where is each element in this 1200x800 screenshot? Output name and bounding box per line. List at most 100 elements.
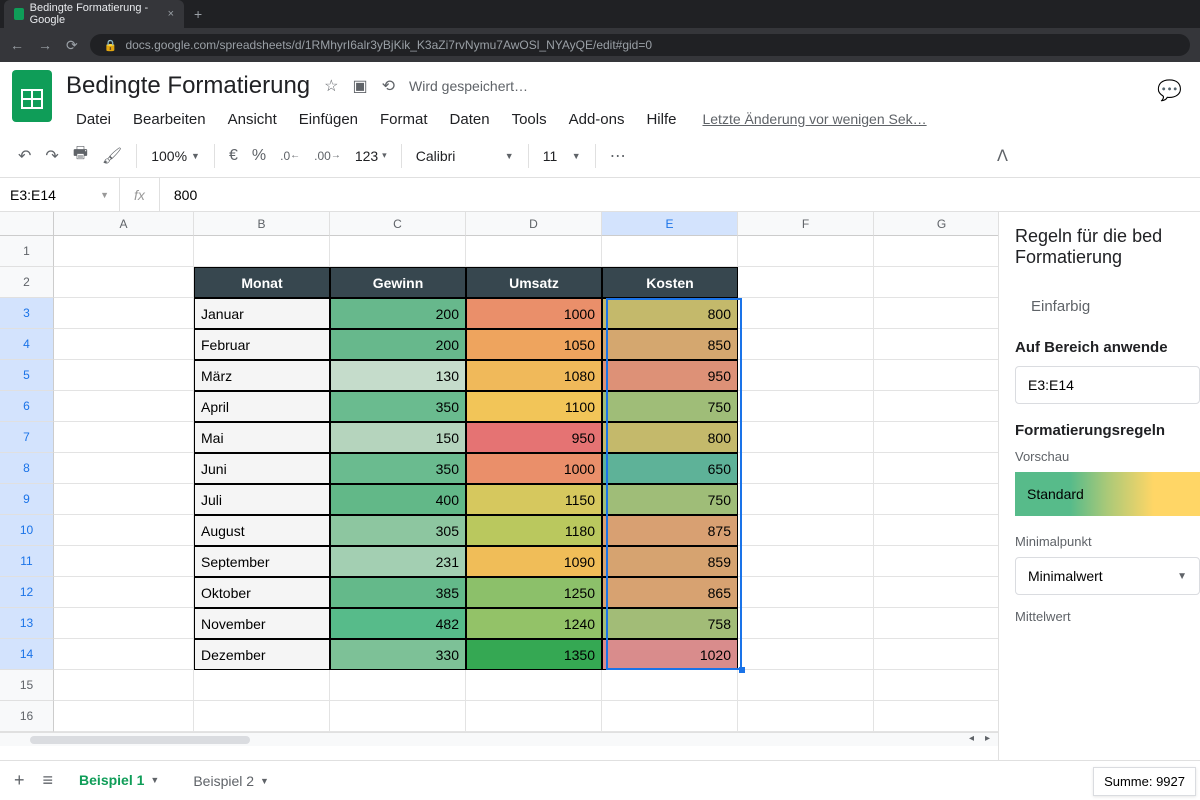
cell-B15[interactable] xyxy=(194,670,330,701)
cell-G11[interactable] xyxy=(874,546,998,577)
cell-C11[interactable]: 231 xyxy=(330,546,466,577)
cell-B6[interactable]: April xyxy=(194,391,330,422)
zoom-select[interactable]: 100%▼ xyxy=(145,144,206,168)
cell-B7[interactable]: Mai xyxy=(194,422,330,453)
forward-icon[interactable]: → xyxy=(38,37,52,54)
menu-daten[interactable]: Daten xyxy=(440,107,500,132)
cell-E9[interactable]: 750 xyxy=(602,484,738,515)
cell-E15[interactable] xyxy=(602,670,738,701)
cell-E5[interactable]: 950 xyxy=(602,360,738,391)
cell-A10[interactable] xyxy=(54,515,194,546)
cell-C7[interactable]: 150 xyxy=(330,422,466,453)
cell-F9[interactable] xyxy=(738,484,874,515)
row-head-6[interactable]: 6 xyxy=(0,391,54,422)
menu-datei[interactable]: Datei xyxy=(66,107,121,132)
cell-F4[interactable] xyxy=(738,329,874,360)
star-icon[interactable]: ☆ xyxy=(324,76,338,96)
cell-A16[interactable] xyxy=(54,701,194,732)
cell-E10[interactable]: 875 xyxy=(602,515,738,546)
cell-B16[interactable] xyxy=(194,701,330,732)
col-head-B[interactable]: B xyxy=(194,212,330,236)
cell-C14[interactable]: 330 xyxy=(330,639,466,670)
cell-B5[interactable]: März xyxy=(194,360,330,391)
cell-C5[interactable]: 130 xyxy=(330,360,466,391)
cell-B12[interactable]: Oktober xyxy=(194,577,330,608)
cell-E8[interactable]: 650 xyxy=(602,453,738,484)
cell-G5[interactable] xyxy=(874,360,998,391)
cell-A8[interactable] xyxy=(54,453,194,484)
row-head-5[interactable]: 5 xyxy=(0,360,54,391)
name-box[interactable]: E3:E14▼ xyxy=(0,178,120,211)
row-head-12[interactable]: 12 xyxy=(0,577,54,608)
cell-G9[interactable] xyxy=(874,484,998,515)
row-head-2[interactable]: 2 xyxy=(0,267,54,298)
cell-D11[interactable]: 1090 xyxy=(466,546,602,577)
single-color-tab[interactable]: Einfarbig xyxy=(1015,288,1200,325)
cell-F5[interactable] xyxy=(738,360,874,391)
formula-input[interactable]: 800 xyxy=(160,187,211,203)
sheet-tab-2[interactable]: Beispiel 2▼ xyxy=(179,765,283,797)
cell-B9[interactable]: Juli xyxy=(194,484,330,515)
row-head-3[interactable]: 3 xyxy=(0,298,54,329)
cell-C3[interactable]: 200 xyxy=(330,298,466,329)
cell-C1[interactable] xyxy=(330,236,466,267)
menu-ansicht[interactable]: Ansicht xyxy=(218,107,287,132)
cell-D1[interactable] xyxy=(466,236,602,267)
minpoint-select[interactable]: Minimalwert▼ xyxy=(1015,557,1200,595)
cell-G4[interactable] xyxy=(874,329,998,360)
cell-A1[interactable] xyxy=(54,236,194,267)
back-icon[interactable]: ← xyxy=(10,37,24,54)
cell-D16[interactable] xyxy=(466,701,602,732)
cell-D8[interactable]: 1000 xyxy=(466,453,602,484)
cell-B10[interactable]: August xyxy=(194,515,330,546)
cell-A15[interactable] xyxy=(54,670,194,701)
move-icon[interactable]: ▣ xyxy=(352,76,367,96)
range-input[interactable]: E3:E14 xyxy=(1015,366,1200,404)
cell-D13[interactable]: 1240 xyxy=(466,608,602,639)
cell-A5[interactable] xyxy=(54,360,194,391)
cell-B1[interactable] xyxy=(194,236,330,267)
cell-G12[interactable] xyxy=(874,577,998,608)
cell-D9[interactable]: 1150 xyxy=(466,484,602,515)
cell-G15[interactable] xyxy=(874,670,998,701)
cell-C13[interactable]: 482 xyxy=(330,608,466,639)
col-head-D[interactable]: D xyxy=(466,212,602,236)
cell-F14[interactable] xyxy=(738,639,874,670)
cell-A6[interactable] xyxy=(54,391,194,422)
dec-more-button[interactable]: .00→ xyxy=(308,145,347,167)
cell-A14[interactable] xyxy=(54,639,194,670)
cell-C15[interactable] xyxy=(330,670,466,701)
cell-G6[interactable] xyxy=(874,391,998,422)
add-sheet-button[interactable]: + xyxy=(8,764,31,797)
cell-C6[interactable]: 350 xyxy=(330,391,466,422)
row-head-9[interactable]: 9 xyxy=(0,484,54,515)
row-head-8[interactable]: 8 xyxy=(0,453,54,484)
cell-F13[interactable] xyxy=(738,608,874,639)
cell-A11[interactable] xyxy=(54,546,194,577)
col-head-C[interactable]: C xyxy=(330,212,466,236)
cell-E16[interactable] xyxy=(602,701,738,732)
reload-icon[interactable]: ⟳ xyxy=(66,37,78,54)
cell-B8[interactable]: Juni xyxy=(194,453,330,484)
cell-A12[interactable] xyxy=(54,577,194,608)
cell-A7[interactable] xyxy=(54,422,194,453)
paint-format-icon[interactable]: 🖌 xyxy=(96,142,128,170)
row-head-16[interactable]: 16 xyxy=(0,701,54,732)
cell-D5[interactable]: 1080 xyxy=(466,360,602,391)
cell-C10[interactable]: 305 xyxy=(330,515,466,546)
sheets-logo[interactable] xyxy=(12,70,52,122)
cell-G14[interactable] xyxy=(874,639,998,670)
cell-C9[interactable]: 400 xyxy=(330,484,466,515)
cell-E11[interactable]: 859 xyxy=(602,546,738,577)
cell-E3[interactable]: 800 xyxy=(602,298,738,329)
cell-F3[interactable] xyxy=(738,298,874,329)
selection-handle[interactable] xyxy=(739,667,745,673)
cell-F16[interactable] xyxy=(738,701,874,732)
cell-D3[interactable]: 1000 xyxy=(466,298,602,329)
font-size-select[interactable]: 11▼ xyxy=(537,144,587,168)
row-head-7[interactable]: 7 xyxy=(0,422,54,453)
browser-tab[interactable]: Bedingte Formatierung - Google × xyxy=(4,0,184,28)
row-head-13[interactable]: 13 xyxy=(0,608,54,639)
cell-D10[interactable]: 1180 xyxy=(466,515,602,546)
cell-C16[interactable] xyxy=(330,701,466,732)
